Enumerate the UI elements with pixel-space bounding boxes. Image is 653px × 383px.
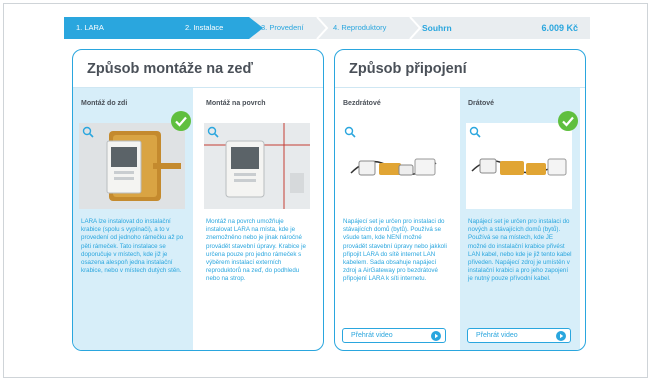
zoom-icon[interactable] [344,126,356,138]
play-video-button[interactable]: Přehrát video [467,328,571,343]
step-lara[interactable]: 1. LARA [64,17,165,39]
connection-panel: Způsob připojení Bezdrátové Napájecí set… [334,49,586,351]
zoom-icon[interactable] [469,126,481,138]
mount-panel: Způsob montáže na zeď Montáž do zdi LARA… [72,49,324,351]
step-arrow-icon [165,17,179,39]
connection-title: Způsob připojení [349,61,467,77]
total-price: 6.009 Kč [541,23,578,33]
step-arrow-icon [316,17,329,39]
zoom-icon[interactable] [207,126,219,138]
play-icon [431,331,441,341]
option-title: Drátové [468,100,495,107]
step-souhrn[interactable]: Souhrn [414,17,474,39]
zoom-icon[interactable] [82,126,94,138]
progress-bar: 1. LARA 2. Instalace 3. Provedení 4. Rep… [64,17,590,39]
wireless-kit-photo[interactable] [341,123,447,209]
option-montaz-na-povrch[interactable]: Montáž na povrch Montáž na povrch umožňu… [198,88,318,350]
check-icon [171,111,191,131]
video-button-label: Přehrát video [351,332,393,339]
option-bezdratove[interactable]: Bezdrátové Napájecí set je určen pro ins… [335,88,455,350]
option-title: Bezdrátové [343,100,381,107]
option-description: LARA lze instalovat do instalační krabic… [81,218,184,275]
mount-title: Způsob montáže na zeď [87,61,253,77]
step-reproduktory[interactable]: 4. Reproduktory [319,17,414,39]
step-arrow-icon [409,17,422,39]
wall-mount-photo[interactable] [79,123,185,209]
check-icon [558,111,578,131]
surface-mount-photo[interactable] [204,123,310,209]
video-button-label: Přehrát video [476,332,518,339]
option-description: Napájecí set je určen pro instalaci do n… [468,218,572,283]
play-icon [556,331,566,341]
option-title: Montáž na povrch [206,100,266,107]
app-frame: 1. LARA 2. Instalace 3. Provedení 4. Rep… [3,3,648,378]
option-title: Montáž do zdi [81,100,128,107]
wired-kit-photo[interactable] [466,123,572,209]
option-description: Napájecí set je určen pro instalaci do s… [343,218,447,283]
option-description: Montáž na povrch umožňuje instalovat LAR… [206,218,306,283]
play-video-button[interactable]: Přehrát video [342,328,446,343]
